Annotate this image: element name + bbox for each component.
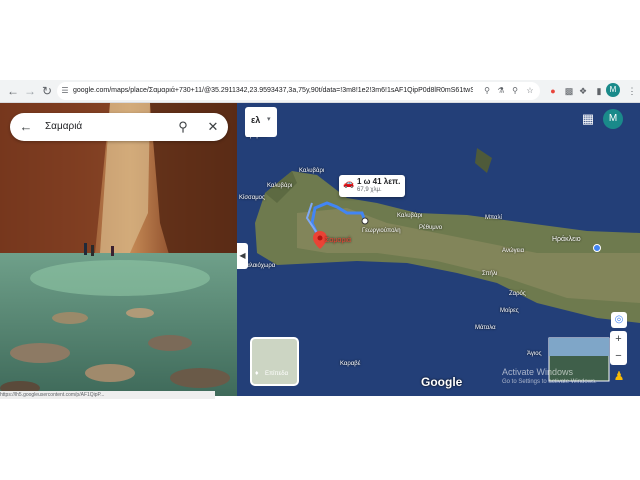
pegman-icon[interactable]: ♟: [613, 368, 625, 384]
place-photo-panel[interactable]: ← Σαμαριά ⚲ ✕: [0, 103, 237, 396]
layers-label: Επίπεδα: [265, 371, 289, 377]
label-kalyvari-3: Καλυβάρι: [397, 213, 423, 219]
url-text[interactable]: google.com/maps/place/Σαμαριά+730+11/@35…: [73, 82, 473, 100]
label-kissamos: Κίσσαμος: [239, 195, 265, 201]
search-icon[interactable]: ⚲: [173, 113, 193, 141]
google-logo: Google: [421, 375, 463, 389]
translate-icon[interactable]: ⚗: [495, 82, 507, 100]
extensions-puzzle-icon[interactable]: ❖: [575, 82, 591, 100]
label-matala: Μάταλα: [475, 325, 496, 331]
status-url: https://lh5.googleusercontent.com/p/AF1Q…: [0, 391, 215, 399]
location-icon[interactable]: ⚲: [481, 82, 493, 100]
profile-avatar[interactable]: M: [606, 83, 620, 97]
label-heraklion: Ηράκλειο: [552, 236, 581, 243]
zoom-out-button[interactable]: −: [610, 348, 627, 365]
activate-windows-subtitle: Go to Settings to activate Windows.: [502, 379, 597, 385]
label-karave: Καραβέ: [340, 361, 361, 367]
place-photo: [0, 103, 237, 396]
reload-icon[interactable]: ↻: [38, 82, 56, 100]
label-samaria[interactable]: Σαμαριά: [325, 237, 351, 244]
language-label: ελ: [251, 115, 261, 125]
close-icon[interactable]: ✕: [203, 113, 223, 141]
label-georgioupoli: Γεωργιούπολη: [362, 228, 401, 234]
forward-icon[interactable]: →: [21, 82, 39, 100]
back-arrow-icon[interactable]: ←: [16, 113, 36, 141]
route-duration: 1 ω 41 λεπ.: [357, 177, 401, 186]
bookmark-star-icon[interactable]: ☆: [524, 82, 536, 100]
extension-opera-icon[interactable]: ●: [545, 82, 561, 100]
zoom-control: + −: [610, 331, 627, 365]
map-canvas[interactable]: Καλυβάρι Θρύμιον Καλυβάρι Κίσσαμος Σαμαρ…: [237, 103, 640, 396]
label-moires: Μοίρες: [500, 308, 519, 314]
menu-kebab-icon[interactable]: ⋮: [624, 82, 640, 100]
label-anogeia: Ανώγεια: [502, 248, 525, 254]
search-box[interactable]: ← Σαμαριά ⚲ ✕: [10, 113, 228, 141]
activate-windows-title: Activate Windows: [502, 367, 574, 377]
label-kalyvari: Καλυβάρι: [299, 168, 325, 174]
layers-icon: ♦: [255, 370, 259, 377]
chevron-down-icon: ▾: [267, 116, 271, 123]
label-zaros: Ζαρός: [509, 291, 526, 297]
route-distance: 67,9 χλμ.: [357, 187, 382, 193]
apps-grid-icon[interactable]: ▦: [580, 111, 596, 127]
label-agios: Άγιος: [527, 351, 542, 357]
label-rethymno: Ρέθυμνο: [419, 225, 443, 231]
zoom-in-button[interactable]: +: [610, 331, 627, 348]
browser-toolbar: ← → ↻ ☰ google.com/maps/place/Σαμαριά+73…: [0, 80, 640, 103]
route-info-card[interactable]: 🚗 1 ω 41 λεπ. 67,9 χλμ.: [339, 175, 405, 197]
back-icon[interactable]: ←: [4, 82, 22, 100]
car-icon: 🚗: [343, 178, 355, 188]
label-kalyvari-2: Καλυβάρι: [267, 183, 293, 189]
address-bar[interactable]: ☰ google.com/maps/place/Σαμαριά+730+11/@…: [57, 82, 540, 100]
layers-button[interactable]: ♦ Επίπεδα: [250, 337, 299, 386]
zoom-icon[interactable]: ⚲: [509, 82, 521, 100]
search-input[interactable]: Σαμαριά: [45, 113, 82, 141]
my-location-icon[interactable]: ◎: [611, 312, 627, 328]
collapse-panel-icon[interactable]: ◀: [237, 243, 248, 269]
label-balli: Μπαλί: [485, 215, 502, 221]
side-panel-icon[interactable]: ▮: [591, 82, 607, 100]
language-dropdown[interactable]: ελ ▾: [245, 107, 277, 137]
label-spili: Σπήλι: [482, 271, 498, 277]
site-info-icon[interactable]: ☰: [59, 82, 71, 100]
account-avatar[interactable]: M: [603, 109, 623, 129]
